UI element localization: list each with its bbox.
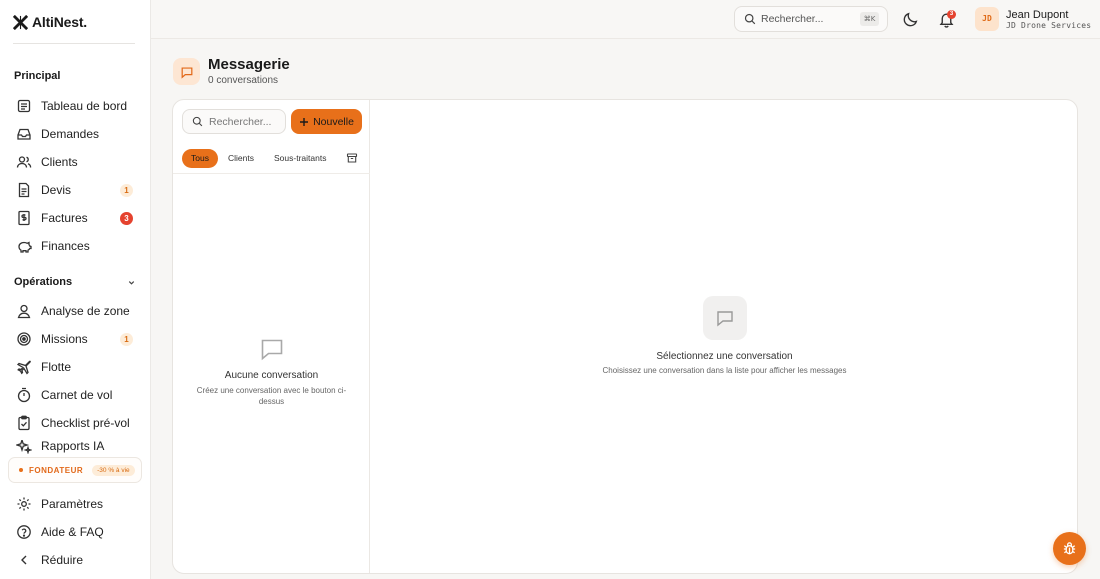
plus-icon bbox=[299, 117, 309, 127]
moon-icon[interactable] bbox=[902, 11, 919, 28]
empty-list-description: Créez une conversation avec le bouton ci… bbox=[196, 386, 347, 406]
empty-conversation-detail: Sélectionnez une conversation Choisissez… bbox=[370, 296, 1077, 375]
archive-icon[interactable] bbox=[346, 152, 358, 164]
conversation-detail-pane: Sélectionnez une conversation Choisissez… bbox=[370, 100, 1077, 573]
dashboard-icon bbox=[16, 98, 32, 114]
new-conversation-button[interactable]: Nouvelle bbox=[291, 109, 362, 134]
timer-icon bbox=[16, 387, 32, 403]
count-badge: 1 bbox=[120, 184, 133, 197]
sidebar-item-label: Rapports IA bbox=[41, 440, 105, 453]
document-icon bbox=[16, 182, 32, 198]
global-search-input[interactable]: Rechercher... ⌘K bbox=[734, 6, 888, 32]
conversation-filter-tabs: Tous Clients Sous-traitants bbox=[173, 142, 370, 174]
target-icon bbox=[16, 331, 32, 347]
piggy-bank-icon bbox=[16, 238, 32, 254]
sidebar-item-carnet-de-vol[interactable]: Carnet de vol bbox=[10, 382, 138, 408]
sidebar-item-analyse-de-zone[interactable]: Analyse de zone bbox=[10, 298, 138, 324]
sidebar-item-label: Tableau de bord bbox=[41, 99, 128, 113]
search-icon bbox=[744, 13, 756, 25]
inbox-icon bbox=[16, 126, 32, 142]
page-title: Messagerie bbox=[208, 56, 290, 73]
plane-icon bbox=[16, 359, 32, 375]
search-placeholder: Rechercher... bbox=[761, 13, 824, 25]
sidebar-item-clients[interactable]: Clients bbox=[10, 149, 138, 175]
sparkles-icon bbox=[16, 440, 32, 454]
sidebar-item-aide-faq[interactable]: Aide & FAQ bbox=[10, 519, 138, 545]
sidebar-item-label: Finances bbox=[41, 239, 90, 253]
section-title-principal: Principal bbox=[14, 70, 61, 82]
sidebar-item-parametres[interactable]: Paramètres bbox=[10, 491, 138, 517]
help-circle-icon bbox=[16, 524, 32, 540]
sidebar-item-label: Carnet de vol bbox=[41, 388, 113, 402]
chevron-left-icon bbox=[16, 552, 32, 568]
sidebar-item-label: Flotte bbox=[41, 360, 72, 374]
search-placeholder: Rechercher... bbox=[209, 115, 272, 128]
top-bar bbox=[151, 0, 1100, 39]
count-badge: 3 bbox=[120, 212, 133, 225]
sidebar-item-reduire[interactable]: Réduire bbox=[10, 547, 138, 573]
empty-conversation-list: Aucune conversation Créez une conversati… bbox=[173, 336, 370, 407]
sidebar-item-label: Réduire bbox=[41, 553, 84, 567]
sidebar-item-label: Analyse de zone bbox=[41, 304, 130, 318]
avatar[interactable]: JD bbox=[975, 7, 999, 31]
tab-tous[interactable]: Tous bbox=[182, 149, 218, 168]
sidebar-item-checklist-pre-vol[interactable]: Checklist pré-vol bbox=[10, 410, 138, 436]
detail-empty-title: Sélectionnez une conversation bbox=[656, 351, 793, 362]
page-subtitle: 0 conversations bbox=[208, 75, 279, 86]
sidebar-item-label: Clients bbox=[41, 155, 78, 169]
sidebar-item-label: Aide & FAQ bbox=[41, 525, 104, 539]
clipboard-check-icon bbox=[16, 415, 32, 431]
sidebar: AltiNest. Principal Tableau de bord Dema… bbox=[0, 0, 151, 579]
sidebar-item-flotte[interactable]: Flotte bbox=[10, 354, 138, 380]
sidebar-item-label: Devis bbox=[41, 183, 72, 197]
detail-empty-description: Choisissez une conversation dans la list… bbox=[602, 366, 847, 375]
users-icon bbox=[16, 154, 32, 170]
sidebar-item-factures[interactable]: Factures 3 bbox=[10, 205, 138, 231]
conversation-search-input[interactable]: Rechercher... bbox=[182, 109, 286, 134]
sidebar-item-missions[interactable]: Missions 1 bbox=[10, 326, 138, 352]
sidebar-item-demandes[interactable]: Demandes bbox=[10, 121, 138, 147]
map-pin-user-icon bbox=[16, 303, 32, 319]
sidebar-item-label: Checklist pré-vol bbox=[41, 416, 130, 430]
founder-offer-pill: -30 % à vie bbox=[92, 464, 135, 476]
sidebar-item-label: Factures bbox=[41, 211, 88, 225]
gear-icon bbox=[16, 496, 32, 512]
tab-clients[interactable]: Clients bbox=[228, 149, 254, 168]
message-square-icon bbox=[702, 296, 747, 340]
message-square-icon bbox=[259, 336, 285, 362]
messaging-panel: Rechercher... Nouvelle Tous Clients Sous… bbox=[172, 99, 1078, 574]
count-badge: 1 bbox=[120, 333, 133, 346]
conversation-list-pane: Rechercher... Nouvelle Tous Clients Sous… bbox=[173, 100, 370, 573]
empty-list-title: Aucune conversation bbox=[224, 370, 319, 381]
sidebar-item-tableau-de-bord[interactable]: Tableau de bord bbox=[10, 93, 138, 119]
logo-mark-icon bbox=[13, 14, 28, 30]
status-dot bbox=[19, 468, 23, 472]
tab-sous-traitants[interactable]: Sous-traitants bbox=[274, 149, 326, 168]
divider bbox=[13, 43, 135, 44]
invoice-icon bbox=[16, 210, 32, 226]
user-name[interactable]: Jean Dupont bbox=[1006, 9, 1068, 21]
notification-badge: 3 bbox=[947, 10, 956, 19]
user-company: JD Drone Services bbox=[1006, 21, 1092, 30]
founder-label: FONDATEUR bbox=[29, 465, 84, 475]
sidebar-item-label: Missions bbox=[41, 332, 88, 346]
sidebar-item-label: Paramètres bbox=[41, 497, 104, 511]
founder-offer-banner[interactable]: FONDATEUR -30 % à vie bbox=[8, 457, 142, 483]
bug-icon bbox=[1062, 541, 1077, 556]
chevron-down-icon[interactable] bbox=[127, 278, 136, 287]
message-square-icon bbox=[173, 58, 200, 85]
search-icon bbox=[192, 116, 203, 127]
new-conversation-label: Nouvelle bbox=[313, 115, 354, 128]
sidebar-item-rapports-ia[interactable]: Rapports IA bbox=[10, 440, 138, 454]
sidebar-item-finances[interactable]: Finances bbox=[10, 233, 138, 259]
sidebar-item-label: Demandes bbox=[41, 127, 100, 141]
app-name: AltiNest. bbox=[32, 14, 87, 30]
sidebar-item-devis[interactable]: Devis 1 bbox=[10, 177, 138, 203]
logo[interactable]: AltiNest. bbox=[13, 14, 87, 30]
bug-report-button[interactable] bbox=[1053, 532, 1086, 565]
section-title-operations: Opérations bbox=[14, 276, 73, 288]
keyboard-shortcut: ⌘K bbox=[860, 12, 879, 26]
